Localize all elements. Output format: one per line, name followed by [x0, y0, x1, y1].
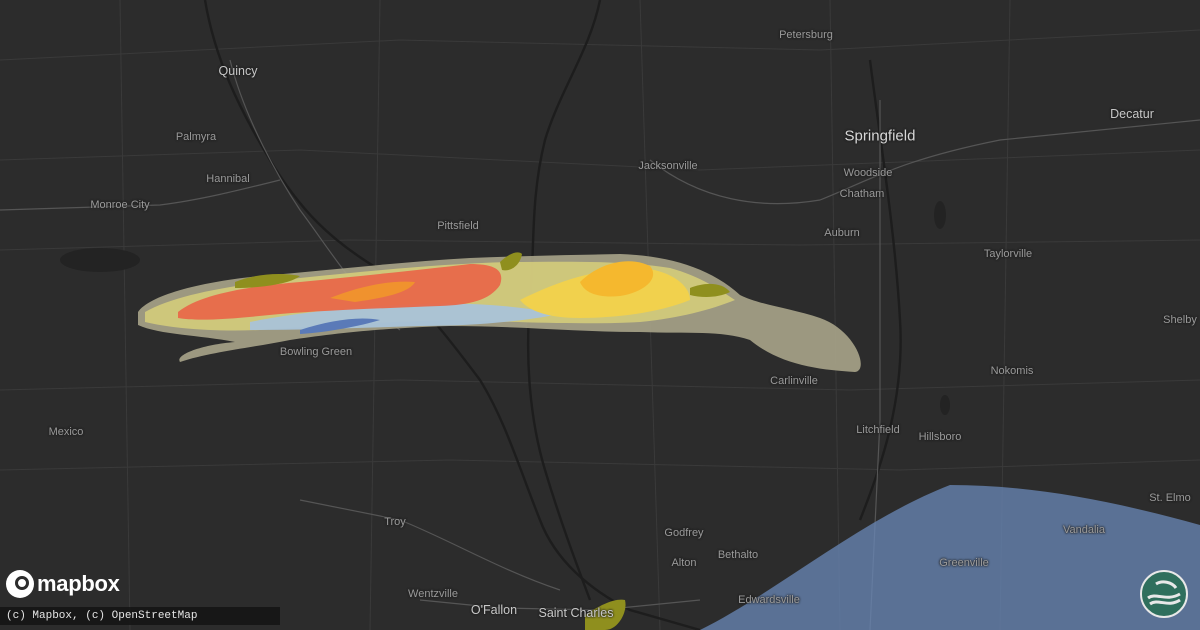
- place-label: Alton: [671, 557, 697, 569]
- map-view[interactable]: Petersburg Quincy Decatur Springfield Palmyr…: [0, 0, 1200, 630]
- place-label: Carlinville: [770, 375, 818, 387]
- mapbox-logo[interactable]: mapbox: [6, 570, 120, 598]
- mapbox-wordmark: mapbox: [37, 571, 120, 596]
- wave-globe-icon: [1140, 570, 1188, 618]
- place-label: Springfield: [844, 127, 916, 145]
- place-label: Auburn: [824, 227, 860, 239]
- mapbox-mark-icon: [6, 570, 34, 598]
- place-label: Jacksonville: [638, 160, 698, 172]
- place-label: Bethalto: [717, 549, 759, 561]
- place-label: Vandalia: [1063, 524, 1105, 536]
- place-label: Decatur: [1110, 107, 1154, 121]
- place-label: Godfrey: [664, 527, 704, 539]
- place-label: Quincy: [218, 64, 258, 78]
- place-label: Chatham: [839, 188, 885, 200]
- place-label: Greenville: [939, 557, 989, 569]
- place-label: Litchfield: [856, 424, 900, 436]
- place-label: Troy: [384, 516, 406, 528]
- place-label: Woodside: [843, 167, 893, 179]
- place-label: Hannibal: [206, 173, 250, 185]
- place-label: Wentzville: [408, 588, 458, 600]
- place-label: Taylorville: [983, 248, 1033, 260]
- place-label: Shelby: [1163, 314, 1197, 326]
- weather-overlay: [138, 252, 1200, 630]
- place-label: Nokomis: [990, 365, 1034, 377]
- place-label: Palmyra: [175, 131, 217, 143]
- place-label: Monroe City: [90, 199, 150, 211]
- place-label: Petersburg: [779, 29, 833, 41]
- place-label: Hillsboro: [918, 431, 962, 443]
- map-attribution[interactable]: (c) Mapbox, (c) OpenStreetMap: [0, 607, 280, 625]
- place-label: Saint Charles: [538, 606, 614, 620]
- place-label: Mexico: [48, 426, 84, 438]
- place-label: Bowling Green: [279, 346, 353, 358]
- place-label: Pittsfield: [437, 220, 479, 232]
- basemap-layer: [0, 0, 1200, 630]
- place-label: Edwardsville: [738, 594, 800, 606]
- place-label: St. Elmo: [1149, 492, 1191, 504]
- place-label: O'Fallon: [470, 603, 518, 617]
